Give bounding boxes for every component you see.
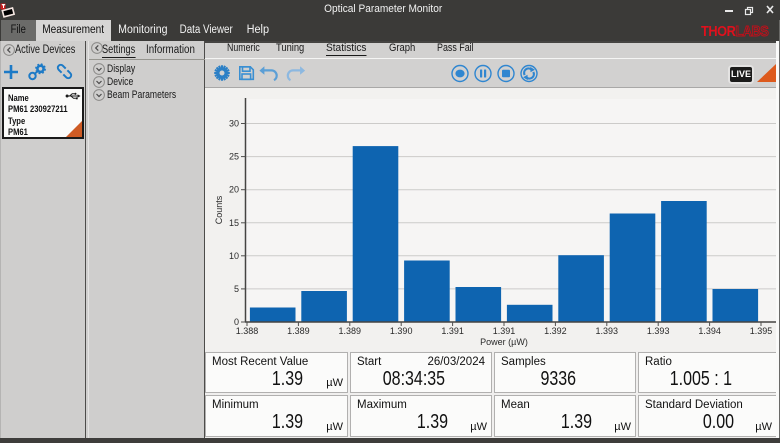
- svg-text:1.393: 1.393: [596, 326, 619, 336]
- svg-text:1.390: 1.390: [390, 326, 413, 336]
- svg-text:1.391: 1.391: [441, 326, 464, 336]
- svg-text:1.389: 1.389: [287, 326, 310, 336]
- svg-text:1.392: 1.392: [544, 326, 567, 336]
- svg-text:30: 30: [229, 119, 239, 129]
- svg-text:20: 20: [229, 185, 239, 195]
- svg-text:Counts: Counts: [214, 195, 224, 224]
- svg-text:15: 15: [229, 218, 239, 228]
- svg-text:1.388: 1.388: [236, 326, 259, 336]
- svg-text:1.389: 1.389: [339, 326, 362, 336]
- svg-text:Power (µW): Power (µW): [480, 337, 528, 347]
- svg-text:1.393: 1.393: [647, 326, 670, 336]
- svg-text:10: 10: [229, 251, 239, 261]
- svg-text:1.394: 1.394: [698, 326, 721, 336]
- svg-text:5: 5: [234, 284, 239, 294]
- svg-text:1.395: 1.395: [750, 326, 773, 336]
- svg-text:25: 25: [229, 152, 239, 162]
- svg-text:1.391: 1.391: [493, 326, 516, 336]
